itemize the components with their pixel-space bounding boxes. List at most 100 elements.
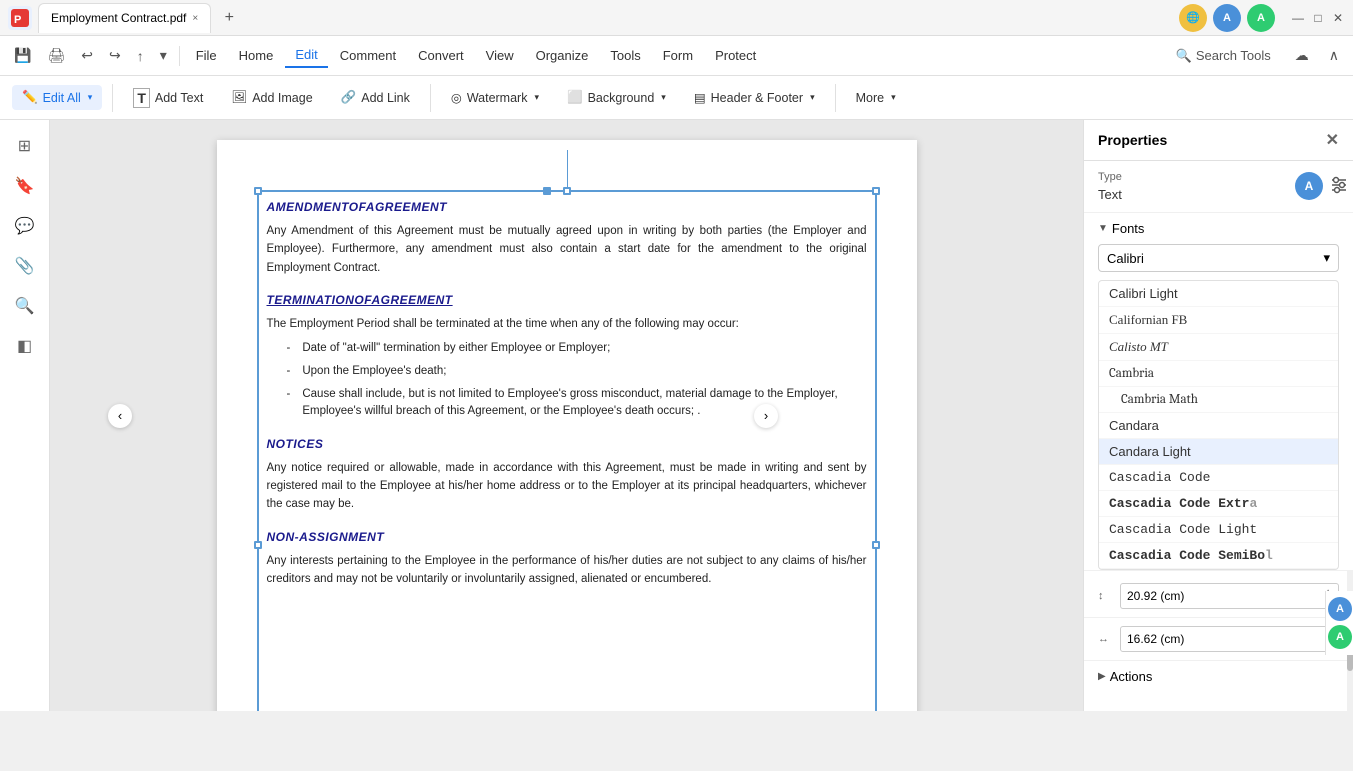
minimize-button[interactable]: — [1291,11,1305,25]
sidebar-icon-bookmark[interactable]: 🔖 [7,168,43,204]
menu-protect[interactable]: Protect [705,44,766,67]
profile-avatar-2[interactable]: A [1213,4,1241,32]
panel-profile-icon[interactable]: A [1295,172,1323,200]
add-image-button[interactable]: 🖼 Add Image [221,85,322,110]
more-button[interactable]: More ▾ [846,86,906,110]
font-item-cascadia-code[interactable]: Cascadia Code [1099,465,1338,491]
redo-icon[interactable]: ↪ [103,43,127,68]
document-page: AMENDMENTOFAGREEMENT Any Amendment of th… [217,140,917,711]
tab-title: Employment Contract.pdf [51,11,186,25]
actions-section[interactable]: ▶ Actions [1084,661,1353,692]
list-item-1[interactable]: - Date of "at-will" termination by eithe… [287,340,867,357]
width-input[interactable]: 16.62 (cm) ▲▼ [1120,626,1339,652]
upload-icon[interactable]: ☁ [1289,43,1315,68]
edit-all-button[interactable]: ✏️ Edit All ▾ [12,85,102,110]
new-tab-button[interactable]: + [217,6,241,30]
app-icon: P [8,6,32,30]
header-footer-button[interactable]: ▤ Header & Footer ▾ [684,85,825,110]
edge-icon-ai[interactable]: A [1328,597,1352,621]
font-list: Calibri Light Californian FB Calisto MT … [1098,280,1339,570]
height-input[interactable]: 20.92 (cm) ▲▼ [1120,583,1339,609]
sidebar-icon-attachment[interactable]: 📎 [7,248,43,284]
font-item-cascadia-code-light[interactable]: Cascadia Code Light [1099,517,1338,543]
menu-comment[interactable]: Comment [330,44,406,67]
search-tools-button[interactable]: 🔍 Search Tools [1166,44,1281,68]
tab-close-button[interactable]: × [192,13,198,24]
sidebar-icon-search[interactable]: 🔍 [7,288,43,324]
termination-section: TERMINATIONOFAGREEMENT The Employment Pe… [267,293,867,420]
search-icon: 🔍 [1176,48,1192,64]
non-assignment-text[interactable]: Any interests pertaining to the Employee… [267,552,867,589]
edge-icon-a2[interactable]: A [1328,625,1352,649]
list-item-2[interactable]: - Upon the Employee's death; [287,363,867,380]
menu-view[interactable]: View [476,44,524,67]
add-link-button[interactable]: 🔗 Add Link [331,85,420,110]
print-icon[interactable]: 🖨 [41,43,71,68]
header-footer-icon: ▤ [694,90,706,105]
main-layout: ⊞ 🔖 💬 📎 🔍 ◧ ‹ [0,120,1353,711]
toolbar-divider-1 [112,84,113,112]
undo-icon[interactable]: ↩ [75,43,99,68]
font-item-californian-fb[interactable]: Californian FB [1099,307,1338,334]
font-item-cascadia-code-extra[interactable]: Cascadia Code Extra [1099,491,1338,517]
font-item-cascadia-code-semibold[interactable]: Cascadia Code SemiBol [1099,543,1338,569]
font-item-candara-light[interactable]: Candara Light [1099,439,1338,465]
next-page-button[interactable]: › [754,404,778,428]
fonts-label: Fonts [1112,221,1145,236]
profile-avatar-1[interactable]: 🌐 [1179,4,1207,32]
menu-tools[interactable]: Tools [600,44,650,67]
panel-close-button[interactable]: ✕ [1326,130,1339,150]
menu-edit[interactable]: Edit [285,43,327,68]
prev-page-button[interactable]: ‹ [108,404,132,428]
more-icon[interactable]: ▾ [154,43,173,68]
menu-convert[interactable]: Convert [408,44,474,67]
dropdown-arrow-edit: ▾ [88,92,93,103]
list-item-3[interactable]: - Cause shall include, but is not limite… [287,386,867,421]
adjust-icon[interactable] [1329,175,1349,198]
menu-file[interactable]: File [186,44,227,67]
selection-top-line [567,150,568,190]
maximize-button[interactable]: □ [1311,11,1325,25]
font-item-cambria[interactable]: Cambria [1099,361,1338,387]
font-dropdown-arrow: ▾ [1323,250,1330,266]
font-item-calisto-mt[interactable]: Calisto MT [1099,334,1338,361]
fonts-collapsible[interactable]: ▼ Fonts [1098,221,1339,236]
share-icon[interactable]: ↑ [131,44,150,68]
profile-avatar-3[interactable]: A [1247,4,1275,32]
actions-label: Actions [1110,669,1153,684]
font-item-calibri-light[interactable]: Calibri Light [1099,281,1338,307]
watermark-icon: ◎ [451,90,462,105]
termination-intro[interactable]: The Employment Period shall be terminate… [267,315,867,333]
collapse-icon[interactable]: ∧ [1323,43,1345,68]
sidebar-icon-comment[interactable]: 💬 [7,208,43,244]
menu-form[interactable]: Form [653,44,703,67]
watermark-button[interactable]: ◎ Watermark ▾ [441,85,549,110]
handle-mid-right [872,541,880,549]
add-text-button[interactable]: T Add Text [123,83,213,113]
background-button[interactable]: ⬜ Background ▾ [557,85,676,110]
menu-bar: 💾 🖨 ↩ ↪ ↑ ▾ File Home Edit Comment Conve… [0,36,1353,76]
fonts-section: ▼ Fonts Calibri ▾ Calibri Light Californ… [1084,213,1353,571]
amendment-text[interactable]: Any Amendment of this Agreement must be … [267,222,867,277]
font-item-candara[interactable]: Candara [1099,413,1338,439]
menu-organize[interactable]: Organize [526,44,599,67]
font-dropdown[interactable]: Calibri ▾ [1098,244,1339,272]
left-sidebar: ⊞ 🔖 💬 📎 🔍 ◧ [0,120,50,711]
panel-title: Properties [1098,132,1167,148]
save-icon[interactable]: 💾 [8,43,37,68]
edit-icon: ✏️ [22,90,38,105]
close-button[interactable]: ✕ [1331,11,1345,25]
sidebar-icon-thumbnail[interactable]: ⊞ [7,128,43,164]
current-tab[interactable]: Employment Contract.pdf × [38,3,211,33]
sidebar-icon-layers[interactable]: ◧ [7,328,43,364]
fonts-arrow: ▼ [1098,223,1108,234]
width-value: 16.62 (cm) [1127,632,1184,646]
font-item-cambria-math[interactable]: Cambria Math [1099,387,1338,413]
notices-text[interactable]: Any notice required or allowable, made i… [267,459,867,514]
handle-top-connector [543,187,551,195]
menu-home[interactable]: Home [229,44,284,67]
document-area: ‹ AMENDMENTOFAGREEMENT [50,120,1083,711]
background-icon: ⬜ [567,90,583,105]
toolbar-divider-3 [835,84,836,112]
menu-right: 🔍 Search Tools ☁ ∧ [1166,43,1345,68]
